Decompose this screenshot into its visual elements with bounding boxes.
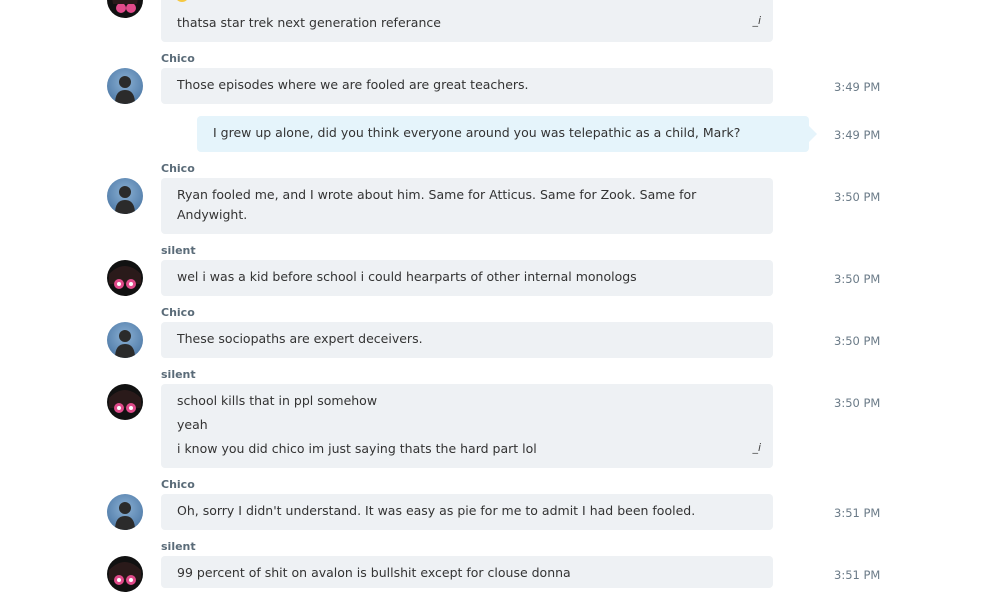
timestamp: 3:49 PM: [834, 80, 881, 94]
timestamp: 3:49 PM: [834, 128, 881, 142]
avatar-image: [109, 562, 141, 585]
sender-name: silent: [161, 244, 196, 257]
message-text: These sociopaths are expert deceivers.: [177, 331, 423, 346]
message-text: I grew up alone, did you think everyone …: [213, 125, 741, 140]
message-text: i know you did chico im just saying that…: [177, 441, 537, 456]
message-text: Those episodes where we are fooled are g…: [177, 77, 529, 92]
avatar-image: [112, 0, 138, 13]
message-bubble[interactable]: wel i was a kid before school i could he…: [161, 260, 773, 296]
chat-transcript: thatsa star trek next generation referan…: [0, 0, 983, 592]
sender-name: Chico: [161, 478, 195, 491]
sender-name: silent: [161, 368, 196, 381]
avatar[interactable]: [107, 178, 143, 214]
sender-name: Chico: [161, 306, 195, 319]
bubble-tail: [809, 126, 817, 142]
sender-name: Chico: [161, 52, 195, 65]
message-bubble[interactable]: Those episodes where we are fooled are g…: [161, 68, 773, 104]
avatar[interactable]: [107, 322, 143, 358]
avatar-image: [115, 502, 135, 530]
avatar-image: [109, 390, 141, 413]
avatar[interactable]: [107, 494, 143, 530]
avatar[interactable]: [107, 556, 143, 592]
timestamp: 3:50 PM: [834, 396, 881, 410]
message-bubble[interactable]: school kills that in ppl somehow yeah i …: [161, 384, 773, 468]
avatar[interactable]: [107, 384, 143, 420]
message-text: thatsa star trek next generation referan…: [177, 15, 441, 30]
avatar[interactable]: [107, 260, 143, 296]
message-text: school kills that in ppl somehow: [177, 393, 378, 408]
timestamp: 3:51 PM: [834, 506, 881, 520]
avatar-image: [115, 186, 135, 214]
timestamp: 3:50 PM: [834, 190, 881, 204]
emoji-icon: [175, 0, 189, 2]
avatar-image: [109, 266, 141, 289]
message-text: yeah: [177, 417, 208, 432]
edit-icon[interactable]: _i: [752, 441, 761, 454]
message-bubble[interactable]: Oh, sorry I didn't understand. It was ea…: [161, 494, 773, 530]
avatar[interactable]: [107, 68, 143, 104]
edit-icon[interactable]: _i: [752, 14, 761, 27]
message-text: Oh, sorry I didn't understand. It was ea…: [177, 503, 696, 518]
timestamp: 3:50 PM: [834, 334, 881, 348]
message-bubble[interactable]: Ryan fooled me, and I wrote about him. S…: [161, 178, 773, 234]
sender-name: silent: [161, 540, 196, 553]
timestamp: 3:51 PM: [834, 568, 881, 582]
message-text: Andywight.: [177, 207, 248, 222]
message-text: Ryan fooled me, and I wrote about him. S…: [177, 187, 697, 202]
message-bubble[interactable]: 99 percent of shit on avalon is bullshit…: [161, 556, 773, 588]
message-bubble[interactable]: These sociopaths are expert deceivers.: [161, 322, 773, 358]
avatar[interactable]: [107, 0, 143, 18]
avatar-image: [115, 76, 135, 104]
message-bubble-self[interactable]: I grew up alone, did you think everyone …: [197, 116, 809, 152]
sender-name: Chico: [161, 162, 195, 175]
message-text: wel i was a kid before school i could he…: [177, 269, 637, 284]
avatar-image: [115, 330, 135, 358]
message-bubble[interactable]: thatsa star trek next generation referan…: [161, 0, 773, 42]
timestamp: 3:50 PM: [834, 272, 881, 286]
message-text: 99 percent of shit on avalon is bullshit…: [177, 565, 571, 580]
